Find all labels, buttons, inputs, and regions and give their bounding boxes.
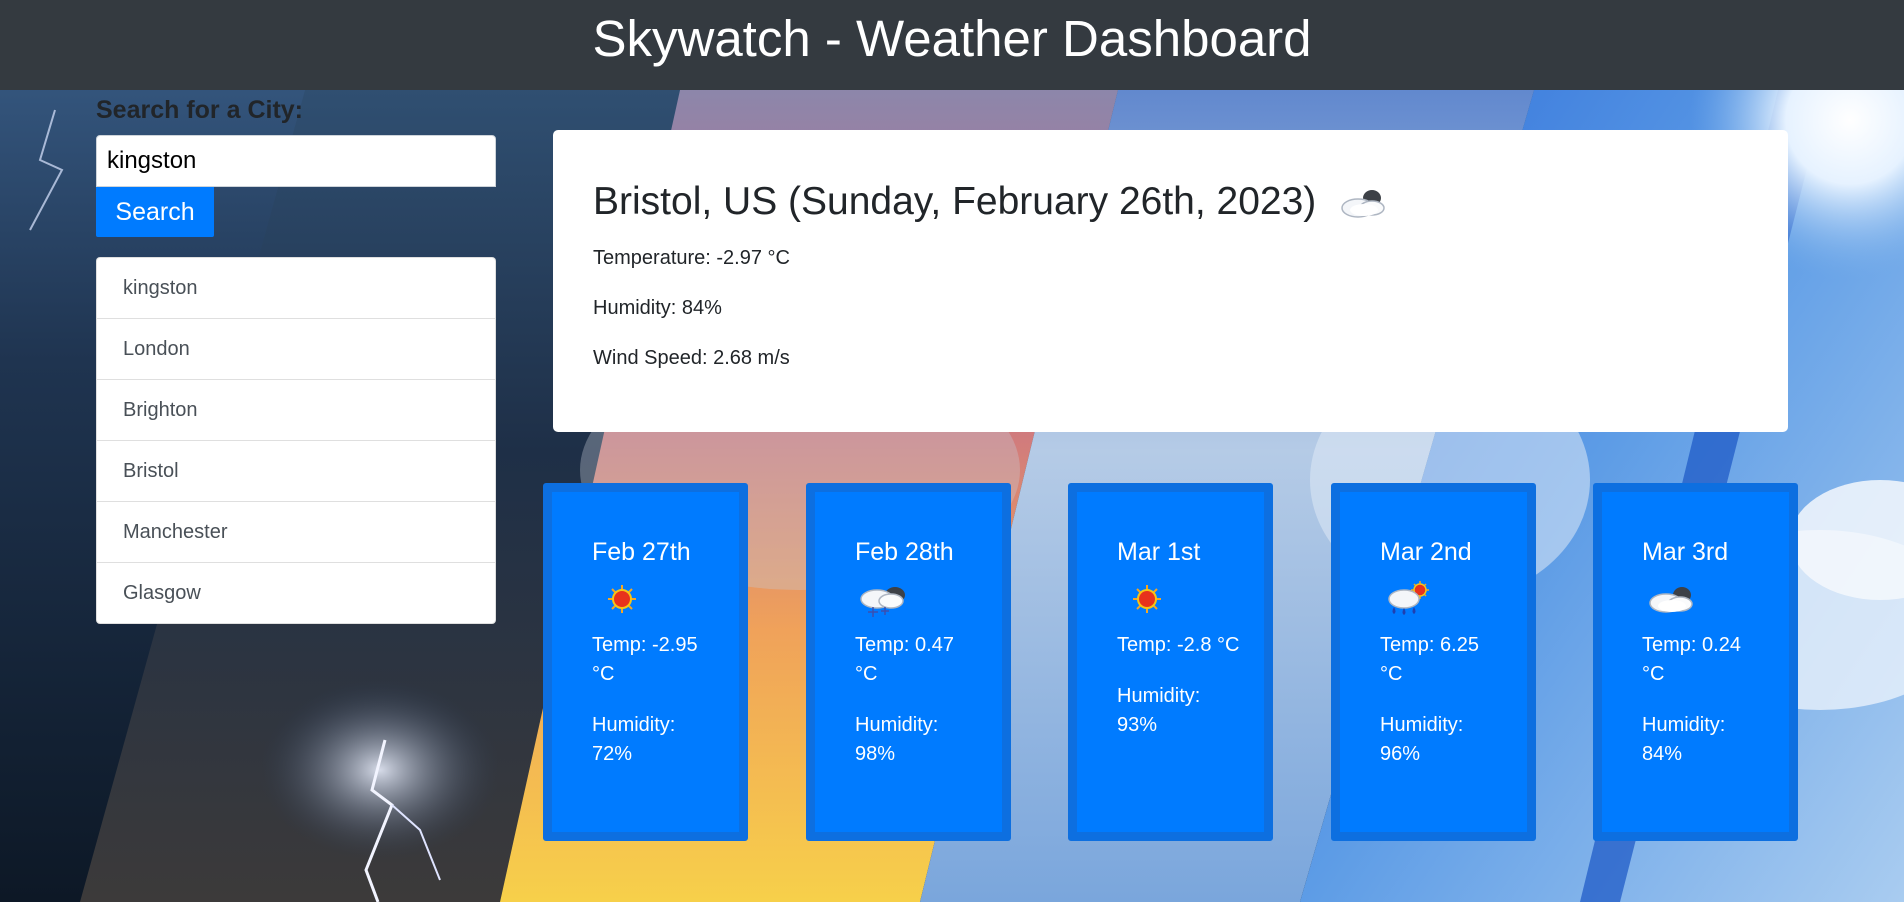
history-item[interactable]: Manchester (97, 502, 495, 563)
forecast-card: Mar 1st Temp: -2.8 °C Humidity: 93% (1068, 483, 1273, 841)
forecast-temp: Temp: 6.25 °C (1380, 634, 1479, 685)
forecast-card: Mar 2nd Temp: 6.25 °C Humidity: 96% (1331, 483, 1536, 841)
forecast-date: Feb 27th (592, 538, 691, 566)
current-weather-heading: Bristol, US (Sunday, February 26th, 2023… (593, 176, 1748, 228)
current-humidity: Humidity: 84% (593, 297, 722, 319)
forecast-humidity: Humidity: 98% (855, 714, 939, 765)
current-temperature: Temperature: -2.97 °C (593, 247, 790, 269)
forecast-humidity: Humidity: 84% (1642, 714, 1726, 765)
forecast-temp: Temp: 0.24 °C (1642, 634, 1741, 685)
history-item[interactable]: Glasgow (97, 563, 495, 623)
forecast-date: Mar 2nd (1380, 538, 1472, 566)
search-history-list: kingston London Brighton Bristol Manches… (96, 257, 496, 624)
page-title: Skywatch - Weather Dashboard (592, 10, 1312, 67)
sun-icon (592, 579, 739, 619)
forecast-temp: Temp: -2.8 °C (1117, 634, 1240, 656)
current-wind-speed: Wind Speed: 2.68 m/s (593, 347, 790, 369)
forecast-card: Mar 3rd Temp: 0.24 °C Humidity: 84% (1593, 483, 1798, 841)
page-header: Skywatch - Weather Dashboard (0, 0, 1904, 90)
forecast-humidity: Humidity: 72% (592, 714, 676, 765)
forecast-date: Mar 3rd (1642, 538, 1729, 566)
forecast-date: Mar 1st (1117, 538, 1201, 566)
history-item[interactable]: Brighton (97, 380, 495, 441)
forecast-card: Feb 28th Temp: 0.47 °C Humidity: 98% (806, 483, 1011, 841)
cloud-sun-icon (1332, 182, 1390, 222)
search-label: Search for a City: (96, 96, 304, 124)
forecast-card: Feb 27th Temp: -2.95 °C Humidity: 72% (543, 483, 748, 841)
sun-icon (1117, 579, 1264, 619)
search-input[interactable] (96, 135, 496, 187)
history-item[interactable]: Bristol (97, 441, 495, 502)
history-item[interactable]: kingston (97, 258, 495, 319)
forecast-humidity: Humidity: 96% (1380, 714, 1464, 765)
forecast-date: Feb 28th (855, 538, 954, 566)
forecast-humidity: Humidity: 93% (1117, 685, 1201, 736)
snow-cloud-icon (855, 579, 1002, 619)
forecast-temp: Temp: -2.95 °C (592, 634, 698, 685)
search-button[interactable]: Search (96, 187, 214, 237)
rain-sun-icon (1380, 579, 1527, 619)
forecast-temp: Temp: 0.47 °C (855, 634, 954, 685)
current-weather-card: Bristol, US (Sunday, February 26th, 2023… (553, 130, 1788, 432)
cloud-sun-icon (1642, 579, 1789, 619)
history-item[interactable]: London (97, 319, 495, 380)
current-city-title: Bristol, US (Sunday, February 26th, 2023… (593, 180, 1317, 223)
